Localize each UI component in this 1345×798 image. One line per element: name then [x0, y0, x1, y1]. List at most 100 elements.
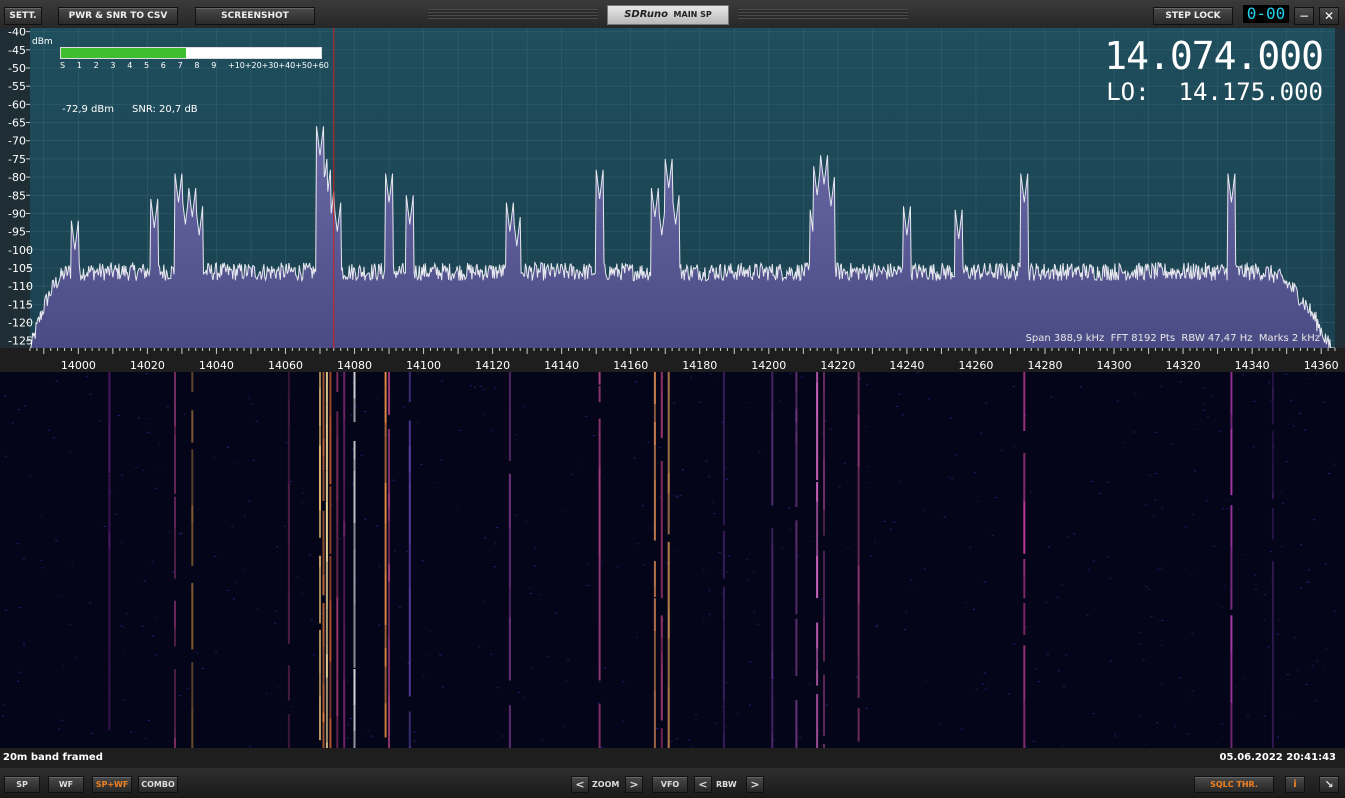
rbw-down-button[interactable]: <: [694, 776, 712, 793]
sp-wf-button[interactable]: SP+WF: [92, 776, 132, 793]
waterfall-signal: [1023, 575, 1026, 599]
zoom-in-button[interactable]: >: [625, 776, 643, 793]
waterfall-noise-dot: [1147, 588, 1150, 590]
waterfall-noise-dot: [983, 672, 986, 674]
waterfall-signal: [823, 615, 825, 662]
waterfall-signal: [343, 372, 346, 421]
waterfall-signal: [722, 531, 725, 579]
waterfall-signal: [174, 426, 176, 435]
waterfall-signal: [384, 647, 387, 667]
waterfall-noise-dot: [718, 552, 721, 554]
waterfall-noise-dot: [898, 393, 901, 395]
spectrum-waterfall-display[interactable]: -40-45-50-55-60-65-70-75-80-85-90-95-100…: [0, 28, 1345, 768]
waterfall-noise-dot: [69, 624, 72, 625]
waterfall-noise-dot: [469, 385, 472, 387]
waterfall-signal: [336, 680, 339, 717]
lo-readout[interactable]: LO: 14.175.000: [1106, 78, 1323, 106]
x-tick-label: 14000: [61, 359, 96, 372]
chevron-right-icon: >: [629, 778, 639, 791]
x-tick-label: 14020: [130, 359, 165, 372]
waterfall-signal: [336, 530, 339, 564]
waterfall-signal: [1023, 645, 1026, 701]
waterfall-noise-dot: [375, 525, 378, 527]
waterfall-signal: [857, 467, 860, 510]
waterfall-signal: [667, 492, 670, 535]
waterfall-signal: [823, 510, 825, 536]
waterfall-noise-dot: [1289, 399, 1292, 401]
smeter-unit: dBm: [32, 37, 53, 47]
pwr-snr-csv-button[interactable]: PWR & SNR TO CSV: [58, 7, 178, 25]
waterfall-noise-dot: [947, 476, 950, 478]
waterfall-noise-dot: [903, 628, 906, 630]
waterfall-noise-dot: [1268, 382, 1270, 384]
sp-button[interactable]: SP: [4, 776, 40, 793]
waterfall-noise-dot: [986, 682, 989, 684]
waterfall-signal: [653, 404, 656, 422]
rbw-up-button[interactable]: >: [746, 776, 764, 793]
spectrum-info: Span 388,9 kHz FFT 8192 Pts RBW 47,47 Hz…: [1025, 333, 1320, 344]
close-button[interactable]: ✕: [1319, 7, 1339, 25]
waterfall-noise-dot: [749, 661, 752, 663]
zoom-out-button[interactable]: <: [571, 776, 589, 793]
waterfall-signal: [319, 372, 321, 388]
waterfall-signal: [1271, 430, 1274, 468]
waterfall-signal: [353, 372, 356, 399]
minimize-button[interactable]: −: [1294, 7, 1314, 25]
waterfall-noise-dot: [1145, 504, 1148, 506]
title-grip-left[interactable]: [428, 9, 598, 19]
waterfall-noise-dot: [737, 712, 740, 714]
waterfall-signal: [508, 402, 511, 461]
waterfall-noise-dot: [276, 546, 279, 548]
waterfall-noise-dot: [482, 600, 484, 602]
waterfall-signal: [857, 509, 860, 566]
waterfall-signal: [722, 412, 725, 475]
smeter-scale-label: S: [60, 61, 66, 70]
frequency-readout[interactable]: 14.074.000: [1104, 34, 1324, 78]
settings-button[interactable]: SETT.: [4, 7, 42, 25]
step-lock-button[interactable]: STEP LOCK: [1153, 7, 1233, 25]
waterfall-noise-dot: [676, 738, 679, 740]
waterfall-signal: [1271, 747, 1274, 748]
resize-button[interactable]: ↘: [1319, 776, 1339, 793]
waterfall-noise-dot: [376, 397, 379, 399]
waterfall-noise-dot: [1277, 736, 1280, 738]
waterfall-signal: [336, 411, 339, 438]
step-display[interactable]: 0-00: [1243, 5, 1289, 23]
waterfall-noise-dot: [61, 719, 63, 721]
waterfall-signal: [384, 458, 387, 483]
combo-button[interactable]: COMBO: [138, 776, 178, 793]
x-tick-label: 14120: [475, 359, 510, 372]
waterfall-signal: [598, 492, 601, 559]
waterfall-noise-dot: [1300, 544, 1302, 546]
info-button[interactable]: i: [1285, 776, 1305, 793]
waterfall-signal: [653, 372, 656, 405]
waterfall-noise-dot: [421, 560, 424, 562]
waterfall-noise-dot: [251, 403, 254, 405]
screenshot-button[interactable]: SCREENSHOT: [195, 7, 315, 25]
waterfall-noise-dot: [18, 607, 21, 608]
waterfall-signal: [108, 473, 111, 533]
waterfall[interactable]: [0, 372, 1345, 748]
title-grip-right[interactable]: [738, 9, 908, 19]
waterfall-signal: [1023, 501, 1026, 554]
waterfall-noise-dot: [290, 480, 292, 482]
sqlc-threshold-button[interactable]: SQLC THR.: [1194, 776, 1274, 793]
waterfall-noise-dot: [1133, 431, 1136, 433]
waterfall-signal: [408, 640, 411, 697]
waterfall-noise-dot: [1221, 723, 1224, 725]
x-tick-label: 14300: [1097, 359, 1132, 372]
waterfall-signal: [384, 422, 387, 439]
waterfall-noise-dot: [524, 521, 527, 522]
waterfall-noise-dot: [1324, 563, 1327, 565]
waterfall-signal: [336, 502, 339, 531]
waterfall-noise-dot: [41, 567, 44, 569]
waterfall-noise-dot: [695, 714, 697, 716]
waterfall-signal: [191, 662, 194, 709]
waterfall-signal: [388, 372, 390, 415]
vfo-button[interactable]: VFO: [652, 776, 688, 793]
waterfall-noise-dot: [1171, 443, 1174, 445]
wf-button[interactable]: WF: [48, 776, 84, 793]
waterfall-noise-dot: [149, 432, 152, 434]
waterfall-signal: [343, 420, 346, 432]
waterfall-signal: [408, 420, 411, 447]
